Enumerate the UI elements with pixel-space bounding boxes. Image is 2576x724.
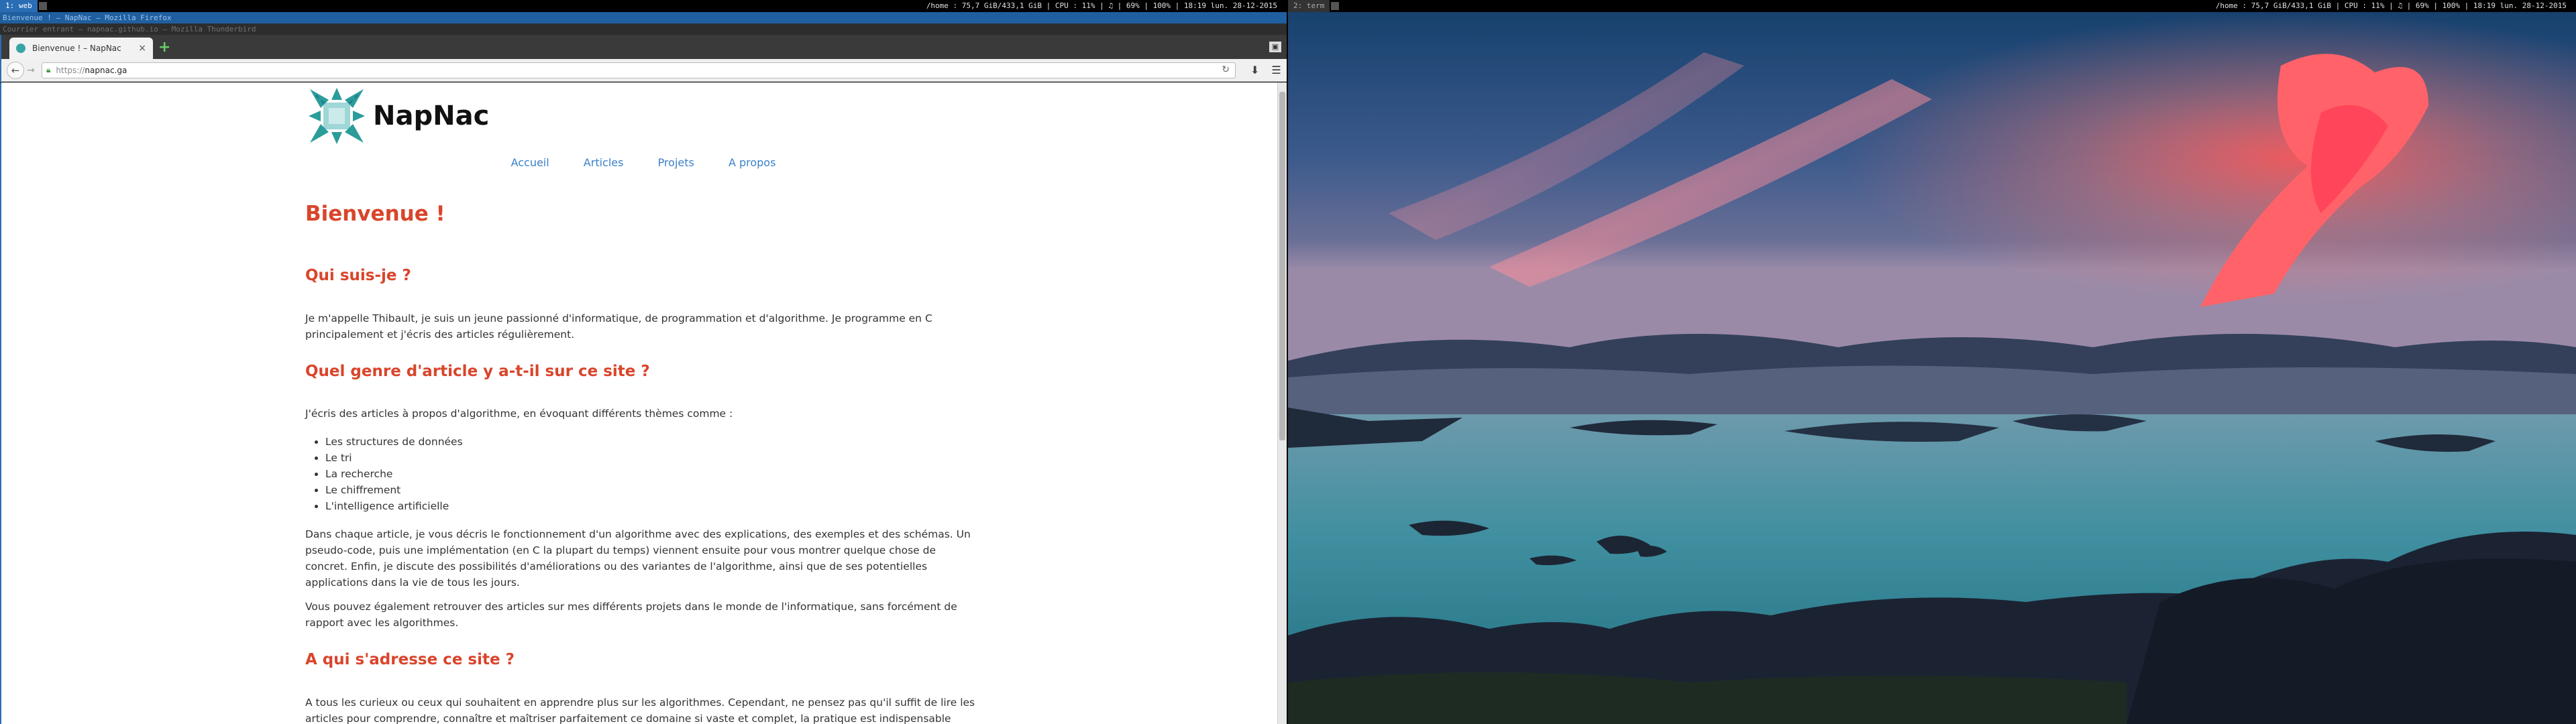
new-tab-button[interactable]: + [158,40,173,55]
workspace-1-button[interactable]: 1: web [0,0,38,12]
list-item: Les structures de données [325,434,463,450]
window-list-icon[interactable]: ▣ [1269,42,1281,52]
list-item: Le chiffrement [325,482,463,498]
window-title-thunderbird[interactable]: Courrier entrant – napnac.github.io – Mo… [0,23,1287,35]
list-item: Le tri [325,450,463,466]
tab-title: Bienvenue ! – NapNac [32,44,121,53]
site-name: NapNac [373,101,490,131]
topics-list: Les structures de données Le tri La rech… [305,434,463,514]
url-scheme: https:// [56,65,85,75]
nav-link-a-propos[interactable]: A propos [729,156,775,169]
paragraph: Vous pouvez également retrouver des arti… [305,601,957,629]
page-title: Bienvenue ! [305,202,445,226]
list-item: L'intelligence artificielle [325,498,463,514]
status-bar-right: 2: term /home : 75,7 GiB/433,1 GiB | CPU… [1288,0,2576,12]
list-item: La recherche [325,466,463,482]
scrollbar-thumb[interactable] [1279,92,1285,440]
navigation-bar: ← → 🔒︎ https:// napnac.ga ↻ ⬇ ☰ [0,59,1287,82]
page-scrollbar[interactable] [1277,82,1287,724]
status-bar-left: 1: web /home : 75,7 GiB/433,1 GiB | CPU … [0,0,1287,12]
paragraph: Je m'appelle Thibault, je suis un jeune … [305,312,932,341]
favicon-icon [16,44,25,53]
section-heading: Quel genre d'article y a-t-il sur ce sit… [305,363,650,380]
desktop-wallpaper [1288,12,2576,724]
paragraph: J'écris des articles à propos d'algorith… [305,408,733,420]
workspace-marker [1331,2,1340,10]
back-button[interactable]: ← [7,61,24,79]
web-page: NapNac Accueil Articles Projets A propos… [0,82,1287,724]
napnac-logo-icon[interactable] [309,88,365,144]
nav-link-articles[interactable]: Articles [584,156,624,169]
workspace-marker [38,2,47,10]
sunset-sea-wallpaper [1288,12,2576,724]
nav-link-accueil[interactable]: Accueil [511,156,549,169]
window-title-firefox[interactable]: Bienvenue ! – NapNac – Mozilla Firefox [0,12,1287,23]
forward-button[interactable]: → [27,65,38,76]
browser-tab[interactable]: Bienvenue ! – NapNac × [9,38,153,59]
lock-icon: 🔒︎ [46,65,51,74]
section-heading: A qui s'adresse ce site ? [305,651,515,668]
url-host: napnac.ga [85,65,127,75]
paragraph: Dans chaque article, je vous décris le f… [305,528,971,589]
download-icon[interactable]: ⬇ [1250,64,1259,76]
close-tab-icon[interactable]: × [138,43,146,54]
nav-link-projets[interactable]: Projets [658,156,694,169]
site-header[interactable]: NapNac [309,88,489,144]
paragraph: A tous les curieux ou ceux qui souhaiten… [305,697,975,724]
workspace-2-button[interactable]: 2: term [1288,0,1330,12]
status-text: /home : 75,7 GiB/433,1 GiB | CPU : 11% |… [2215,1,2567,10]
reload-icon[interactable]: ↻ [1222,64,1230,75]
site-nav: Accueil Articles Projets A propos [305,156,982,169]
url-bar[interactable]: 🔒︎ https:// napnac.ga ↻ [42,62,1236,78]
status-text: /home : 75,7 GiB/433,1 GiB | CPU : 11% |… [926,1,1277,10]
section-heading: Qui suis-je ? [305,267,411,284]
menu-icon[interactable]: ☰ [1271,64,1281,76]
tab-bar: Bienvenue ! – NapNac × + ▣ [0,35,1287,59]
